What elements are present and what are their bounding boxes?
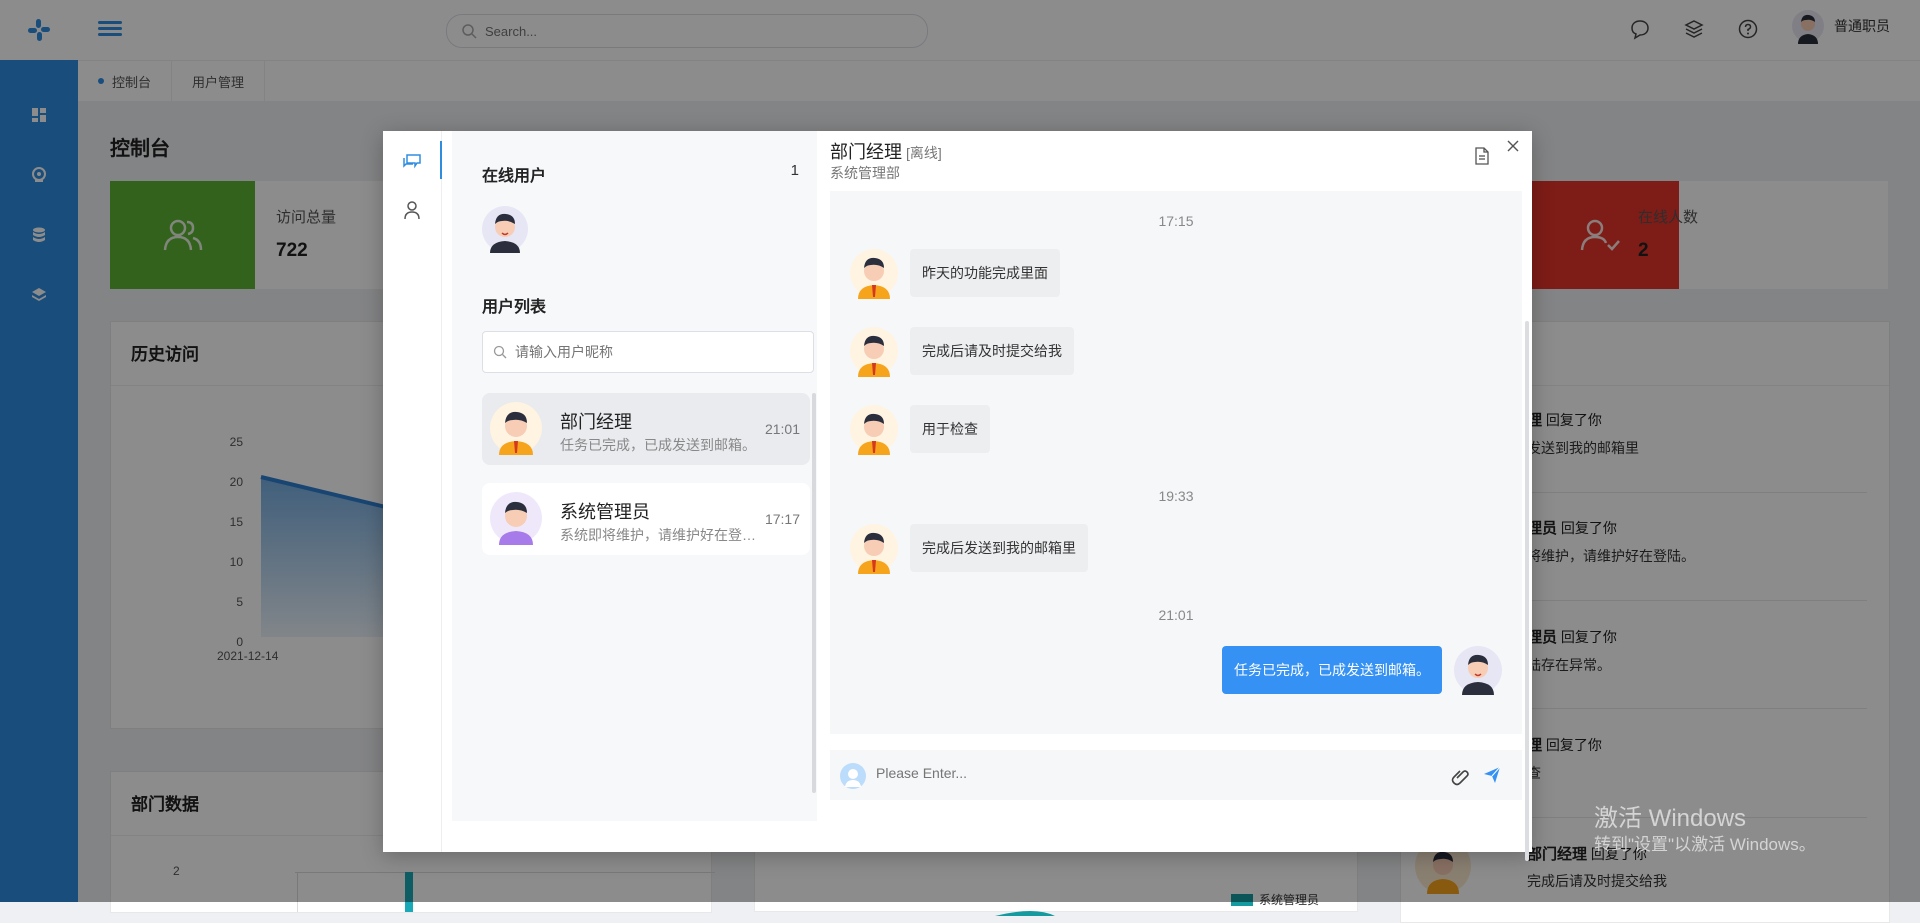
avatar	[1454, 646, 1502, 695]
conversation-item-manager[interactable]: 部门经理 任务已完成，已成发送到邮箱。 21:01	[482, 393, 810, 465]
search-icon	[493, 345, 507, 359]
message-incoming: 完成后发送到我的邮箱里	[850, 522, 1088, 574]
message-incoming: 昨天的功能完成里面	[850, 247, 1060, 299]
message-incoming: 完成后请及时提交给我	[850, 325, 1074, 377]
message-composer	[830, 750, 1522, 800]
activation-watermark: 激活 Windows	[1594, 805, 1747, 832]
conversation-name: 系统管理员	[560, 502, 650, 522]
conversation-preview: 任务已完成，已成发送到邮箱。	[560, 437, 756, 453]
message-bubble: 昨天的功能完成里面	[910, 249, 1060, 297]
avatar	[850, 405, 898, 455]
message-timestamp: 21:01	[1158, 607, 1194, 623]
conversation-time: 17:17	[764, 511, 800, 527]
message-outgoing: 任务已完成，已成发送到邮箱。	[1222, 645, 1502, 695]
close-icon[interactable]	[1506, 139, 1522, 155]
conversation-name: 部门经理	[560, 412, 632, 432]
message-area: 17:15 昨天的功能完成里面 完成后请及时提交给我 用于检查 19:33 完成…	[830, 191, 1522, 734]
message-incoming: 用于检查	[850, 403, 990, 455]
user-search[interactable]	[482, 331, 814, 373]
avatar	[850, 249, 898, 299]
message-bubble: 完成后请及时提交给我	[910, 327, 1074, 375]
contacts-icon[interactable]	[401, 199, 423, 221]
chat-contact-dept: 系统管理部	[830, 165, 900, 181]
conversation-preview: 系统即将维护，请维护好在登陆。	[560, 527, 760, 543]
document-icon[interactable]	[1474, 147, 1492, 165]
message-timestamp: 17:15	[1158, 213, 1194, 229]
message-input[interactable]	[874, 764, 1378, 782]
avatar	[850, 524, 898, 574]
attachment-icon[interactable]	[1450, 766, 1470, 786]
send-icon[interactable]	[1482, 765, 1502, 785]
rail-active-indicator	[440, 141, 442, 179]
avatar	[840, 763, 866, 794]
online-users-title: 在线用户	[482, 168, 547, 185]
message-bubble: 完成后发送到我的邮箱里	[910, 524, 1088, 572]
chat-rail	[383, 131, 442, 852]
chat-modal: 在线用户 1 用户列表 部门经理 任务已完成，已成发送到邮箱。 21:01 系统…	[383, 131, 1532, 861]
avatar	[850, 327, 898, 377]
message-bubble: 用于检查	[910, 405, 990, 453]
online-user-avatar[interactable]	[482, 205, 528, 258]
user-search-input[interactable]	[513, 343, 797, 361]
chat-panel: 部门经理 [离线] 系统管理部 17:15 昨天的功能完成里面 完成后请及时提交给…	[830, 131, 1532, 861]
activation-watermark-hint: 转到"设置"以激活 Windows。	[1594, 835, 1816, 854]
user-list-title: 用户列表	[482, 299, 547, 316]
conversation-time: 21:01	[764, 421, 800, 437]
conversations-icon[interactable]	[401, 149, 423, 171]
online-count: 1	[790, 162, 799, 179]
conversation-panel: 在线用户 1 用户列表 部门经理 任务已完成，已成发送到邮箱。 21:01 系统…	[452, 131, 817, 821]
message-bubble-mine: 任务已完成，已成发送到邮箱。	[1222, 646, 1442, 694]
message-scrollbar[interactable]	[1525, 321, 1529, 861]
chat-contact-name: 部门经理	[830, 142, 902, 162]
conversation-item-admin[interactable]: 系统管理员 系统即将维护，请维护好在登陆。 17:17	[482, 483, 810, 555]
chat-contact-status: [离线]	[906, 145, 942, 161]
chat-header: 部门经理 [离线]	[830, 138, 942, 164]
message-timestamp: 19:33	[1158, 488, 1194, 504]
avatar	[490, 401, 542, 460]
conversation-scrollbar[interactable]	[812, 393, 816, 793]
avatar	[490, 491, 542, 550]
